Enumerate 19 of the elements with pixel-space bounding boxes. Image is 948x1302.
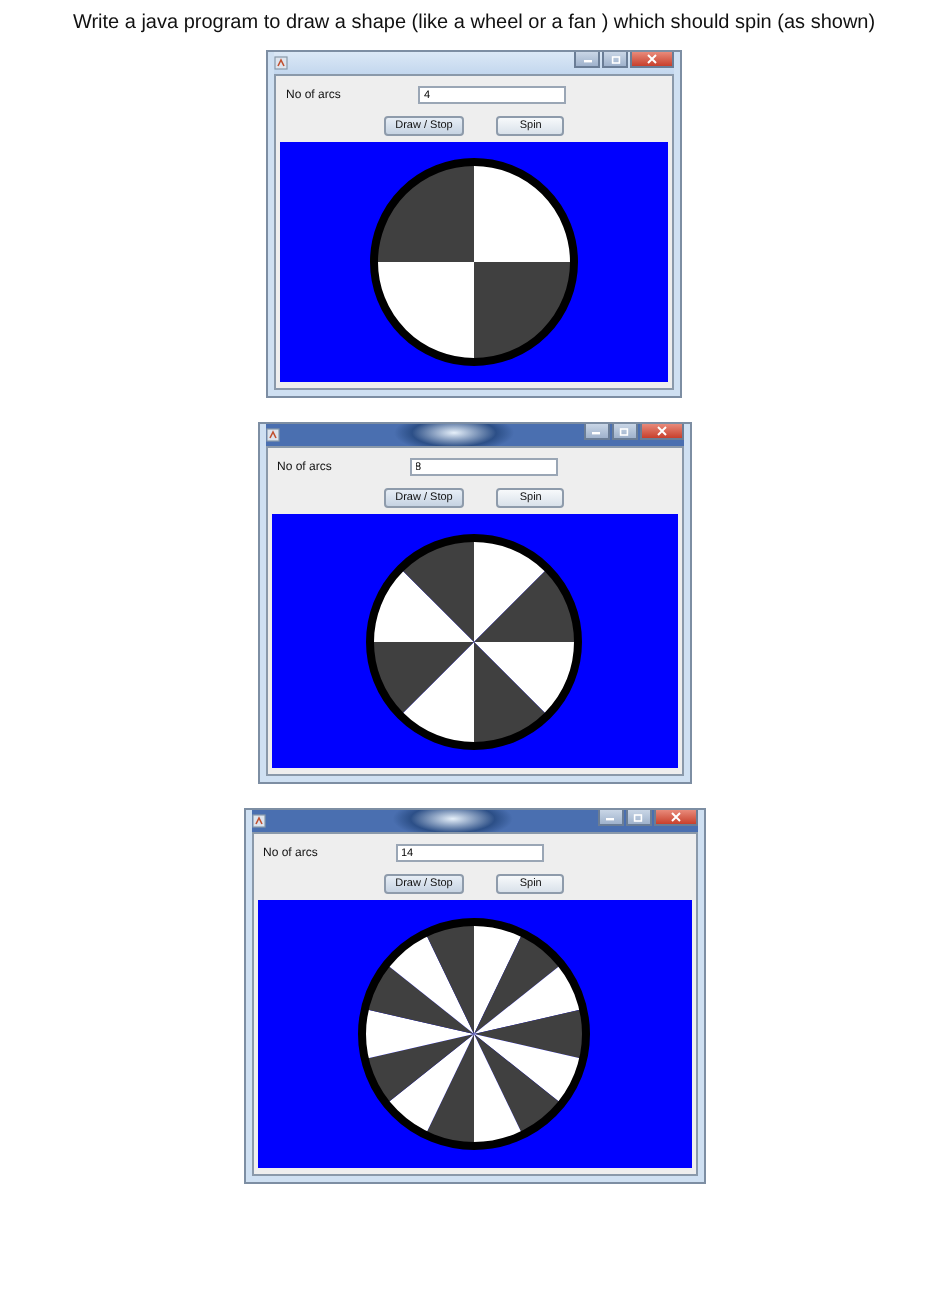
close-icon [669,812,681,822]
maximize-button[interactable] [602,52,628,68]
maximize-button[interactable] [625,810,651,826]
minimize-icon [604,813,616,821]
close-icon [655,426,667,436]
minimize-button[interactable] [574,52,600,68]
minimize-button[interactable] [597,810,623,826]
close-button[interactable] [630,52,674,68]
maximize-icon [618,427,630,435]
minimize-icon [590,427,602,435]
minimize-icon [581,55,593,63]
heading: Write a java program to draw a shape (like a wheel or a fan ) which should spin (as shown) [72,12,876,34]
maximize-icon [632,813,644,821]
maximize-icon [609,55,621,63]
close-icon [646,54,658,64]
minimize-button[interactable] [583,424,609,440]
close-button[interactable] [653,810,697,826]
maximize-button[interactable] [611,424,637,440]
close-button[interactable] [639,424,683,440]
